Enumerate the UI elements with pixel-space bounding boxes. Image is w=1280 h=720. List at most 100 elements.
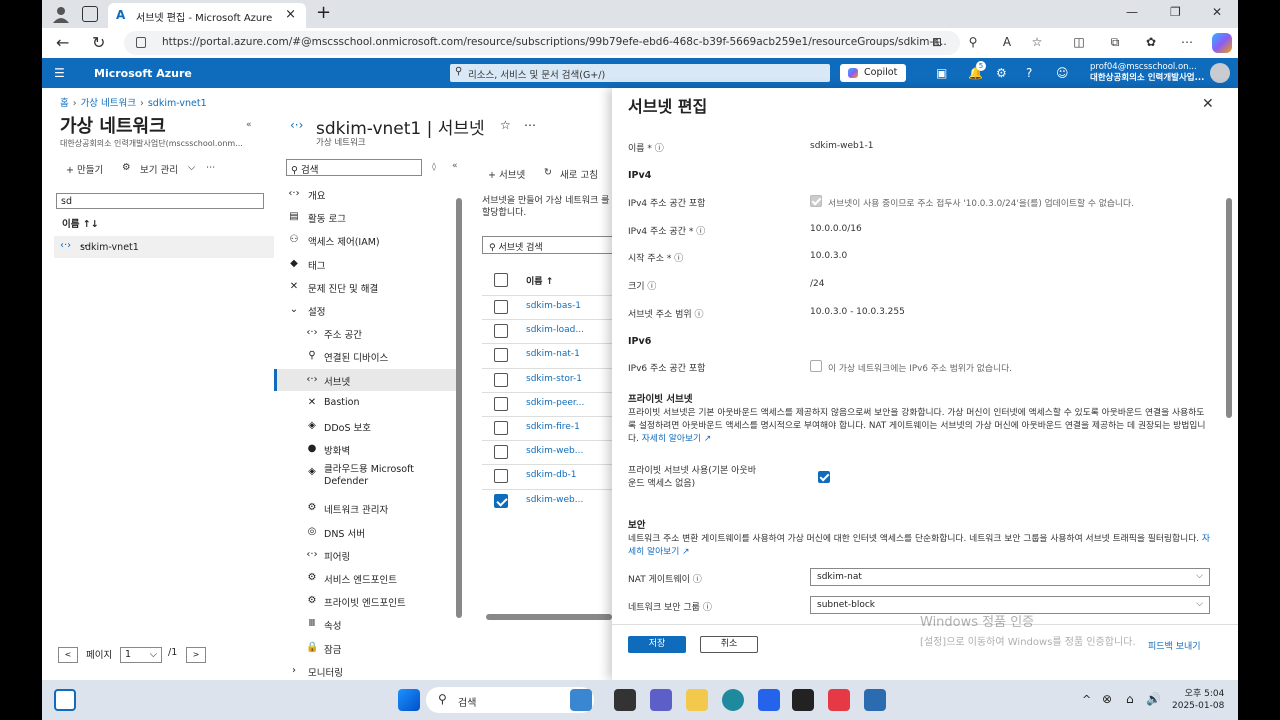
submenu-item[interactable]: ‹·› 서브넷	[274, 368, 456, 391]
read-aloud-icon[interactable]: A	[1000, 35, 1014, 49]
task-view-icon[interactable]	[614, 689, 636, 711]
row-checkbox[interactable]	[494, 421, 508, 435]
taskbar-search-input[interactable]: ⚲ 검색	[426, 687, 594, 713]
close-window-icon[interactable]: ✕	[1212, 5, 1222, 19]
tray-app-icon[interactable]: ⊗	[1102, 692, 1112, 706]
store-icon[interactable]	[758, 689, 780, 711]
menu-item[interactable]: ⚇ 액세스 제어(IAM)	[274, 229, 456, 251]
subnet-link[interactable]: sdkim-nat-1	[526, 349, 580, 359]
chevron-down-icon[interactable]: ⌵	[188, 162, 195, 173]
widgets-icon[interactable]	[54, 689, 76, 711]
menu-item[interactable]: ✕ 문제 진단 및 해결	[274, 276, 456, 298]
page-select[interactable]: 1 ⌵	[120, 647, 162, 663]
select-all-checkbox[interactable]	[494, 273, 508, 287]
profile-icon[interactable]	[52, 5, 70, 23]
submenu-item[interactable]: ◎ DNS 서버	[274, 521, 456, 543]
cancel-button[interactable]: 취소	[700, 636, 758, 653]
submenu-item[interactable]: ⚲ 연결된 디바이스	[274, 345, 456, 367]
back-icon[interactable]: ←	[56, 33, 69, 52]
submenu-item[interactable]: 🔒 잠금	[274, 637, 456, 659]
view-gear-icon[interactable]: ⚙	[122, 162, 131, 173]
row-checkbox[interactable]	[494, 396, 508, 411]
row-checkbox[interactable]	[494, 469, 508, 484]
global-search-input[interactable]: ⚲ 리소스, 서비스 및 문서 검색(G+/)	[450, 64, 830, 82]
edge-icon[interactable]	[722, 689, 744, 711]
menu-monitoring[interactable]: › 모니터링	[274, 660, 456, 682]
cloud-shell-icon[interactable]: ▣	[936, 66, 947, 80]
copilot-sidebar-icon[interactable]	[1212, 33, 1232, 53]
network-icon[interactable]: ⌂	[1126, 692, 1134, 706]
close-icon[interactable]: ✕	[1202, 96, 1214, 112]
feedback-icon[interactable]: ☺	[1056, 66, 1069, 80]
menu-icon[interactable]: ☰	[54, 66, 65, 80]
row-more-icon[interactable]: ⋯	[80, 239, 270, 252]
tab-actions-icon[interactable]	[82, 6, 98, 22]
subnet-search-input[interactable]: ⚲ 서브넷 검색	[482, 236, 622, 254]
manage-view-button[interactable]: 보기 관리	[140, 162, 178, 176]
file-explorer-icon[interactable]	[686, 689, 708, 711]
submenu-item[interactable]: ‹·› 피어링	[274, 544, 456, 566]
new-tab-icon[interactable]: +	[316, 2, 331, 23]
copilot-app-icon[interactable]	[570, 689, 592, 711]
breadcrumb-home[interactable]: 홈	[60, 98, 69, 109]
resource-more-icon[interactable]: ⋯	[524, 118, 536, 132]
subnet-link[interactable]: sdkim-stor-1	[526, 374, 582, 384]
restore-icon[interactable]: ❐	[1170, 5, 1181, 19]
start-icon[interactable]	[398, 689, 420, 711]
menu-options-icon[interactable]: ◊	[432, 162, 436, 171]
menu-item[interactable]: ‹·› 개요	[274, 183, 456, 205]
collapse-pane-icon[interactable]: «	[246, 120, 252, 130]
list-item[interactable]: ‹·› sdkim-vnet1 ⋯	[54, 236, 274, 258]
filter-input[interactable]: sd	[56, 193, 264, 209]
next-page-button[interactable]: >	[186, 647, 206, 663]
submenu-item[interactable]: ◈ DDoS 보호	[274, 415, 456, 437]
add-subnet-button[interactable]: + 서브넷	[488, 167, 525, 181]
favorite-star-icon[interactable]: ☆	[500, 118, 511, 132]
send-feedback-link[interactable]: 피드백 보내기	[1148, 639, 1201, 652]
azure-brand[interactable]: Microsoft Azure	[94, 67, 192, 80]
copilot-button[interactable]: Copilot	[840, 64, 906, 82]
row-checkbox[interactable]	[494, 348, 508, 363]
menu-scrollbar[interactable]	[456, 198, 462, 618]
subnet-link[interactable]: sdkim-load...	[526, 325, 584, 335]
tray-chevron-icon[interactable]: ^	[1082, 693, 1091, 706]
row-checkbox[interactable]	[494, 493, 508, 508]
submenu-item[interactable]: ‹·› 주소 공간	[274, 322, 456, 344]
subnet-name-header[interactable]: 이름 ↑	[526, 274, 553, 287]
save-button[interactable]: 저장	[628, 636, 686, 653]
account-info[interactable]: prof04@mscsschool.on... 대한상공회의소 인력개발사업..…	[1090, 62, 1204, 84]
subnet-link[interactable]: sdkim-fire-1	[526, 422, 580, 432]
notepad-icon[interactable]	[864, 689, 886, 711]
settings-icon[interactable]: ⚙	[996, 66, 1007, 80]
submenu-item[interactable]: ⚙ 서비스 엔드포인트	[274, 567, 456, 589]
create-button[interactable]: + 만들기	[66, 162, 103, 176]
private-subnet-checkbox[interactable]	[818, 471, 830, 483]
apps-icon[interactable]: ⊞	[930, 35, 944, 49]
submenu-item[interactable]: ● 방화벽	[274, 438, 456, 460]
panel-scrollbar[interactable]	[1226, 198, 1232, 418]
submenu-item[interactable]: ⚙ 네트워크 관리자	[274, 497, 456, 519]
collapse-menu-icon[interactable]: «	[452, 161, 458, 171]
volume-icon[interactable]: 🔊	[1146, 692, 1161, 706]
clock[interactable]: 오후 5:04 2025-01-08	[1172, 688, 1224, 712]
menu-item[interactable]: ◆ 태그	[274, 253, 456, 275]
row-checkbox[interactable]	[494, 324, 508, 339]
menu-search-input[interactable]: ⚲ 검색	[286, 159, 422, 176]
snipping-tool-icon[interactable]	[828, 689, 850, 711]
zoom-icon[interactable]: ⚲	[966, 35, 980, 49]
submenu-item[interactable]: ⚙ 프라이빗 엔드포인트	[274, 590, 456, 612]
url-field[interactable]: https://portal.azure.com/#@mscsschool.on…	[124, 31, 960, 55]
browser-tab[interactable]: A 서브넷 편집 - Microsoft Azure ×	[108, 3, 306, 28]
name-column-header[interactable]: 이름 ↑↓	[62, 216, 99, 230]
help-icon[interactable]: ?	[1026, 66, 1032, 80]
menu-item[interactable]: ⌄ 설정	[274, 299, 456, 321]
collections-icon[interactable]: ⧉	[1108, 35, 1122, 49]
refresh-icon[interactable]: ↻	[544, 167, 552, 178]
nat-gateway-select[interactable]: sdkim-nat ⌵	[810, 568, 1210, 586]
row-checkbox[interactable]	[494, 300, 508, 314]
submenu-item[interactable]: Ⅲ 속성	[274, 613, 456, 635]
learn-more-link[interactable]: 자세히 알아보기 ↗	[642, 434, 712, 444]
more-actions-icon[interactable]: ⋯	[206, 162, 216, 173]
split-screen-icon[interactable]: ◫	[1072, 35, 1086, 49]
close-tab-icon[interactable]: ×	[285, 7, 296, 22]
